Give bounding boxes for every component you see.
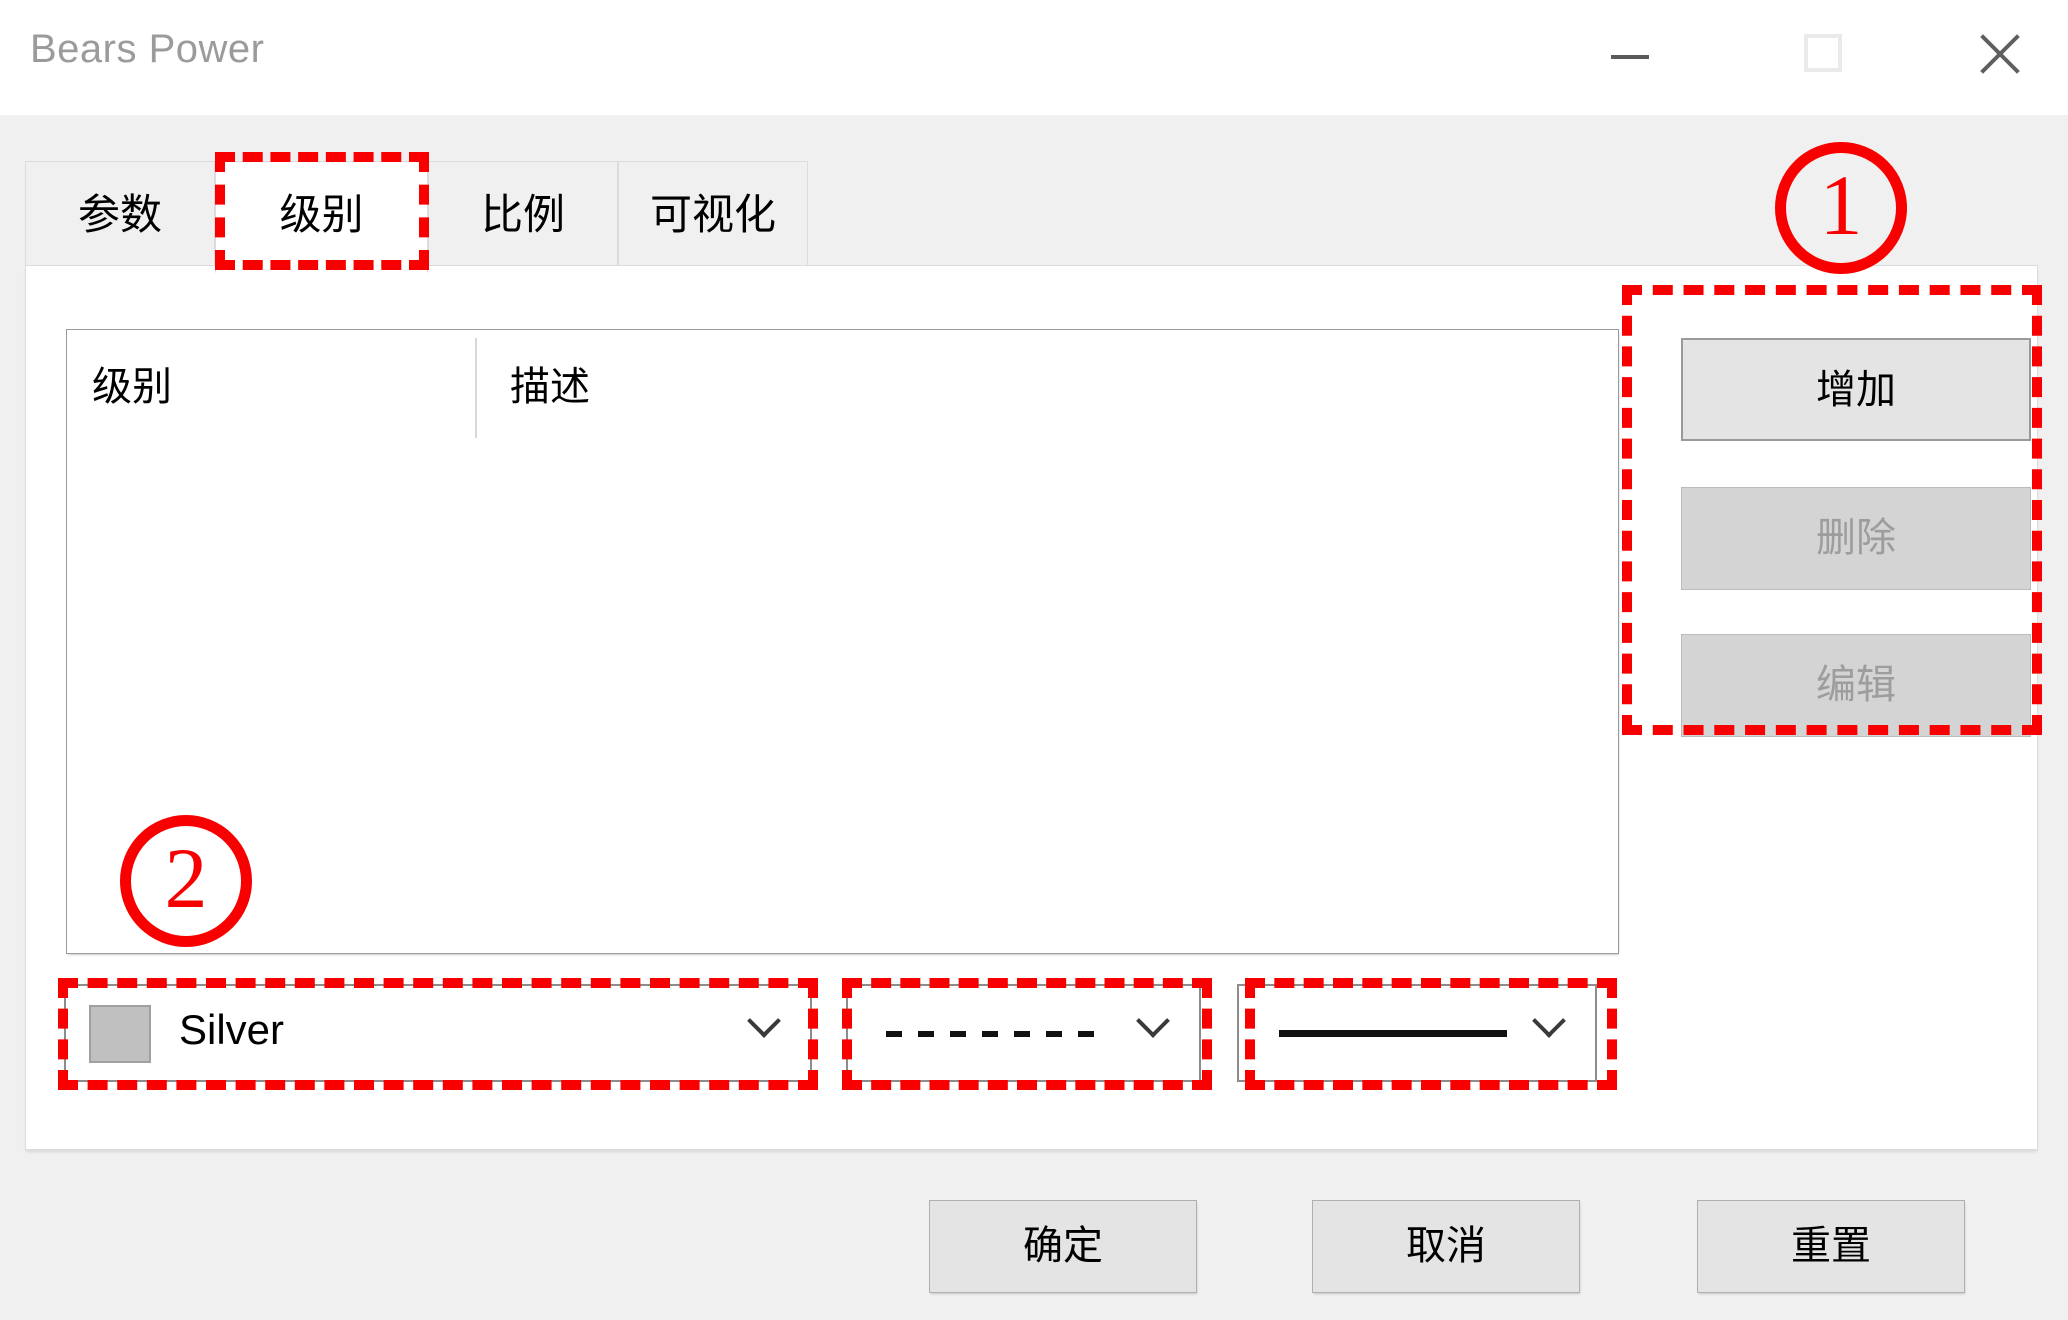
chevron-down-icon <box>1135 1018 1169 1052</box>
column-header-level: 级别 <box>92 365 172 409</box>
maximize-icon <box>1804 34 1842 72</box>
bears-power-dialog: Bears Power 参数 级别 比例 可视化 级别 描述 增加 删除 编辑 … <box>0 0 2068 1320</box>
minimize-button[interactable] <box>1588 0 1680 114</box>
column-divider[interactable] <box>475 338 477 438</box>
color-swatch <box>89 1005 151 1063</box>
tab-visualization[interactable]: 可视化 <box>618 161 808 266</box>
chevron-down-icon <box>1531 1018 1565 1052</box>
window-title: Bears Power <box>30 27 265 71</box>
delete-level-button: 删除 <box>1681 487 2031 590</box>
color-select[interactable]: Silver <box>64 984 812 1082</box>
close-icon <box>1974 28 2024 78</box>
maximize-button[interactable] <box>1780 0 1872 114</box>
reset-button[interactable]: 重置 <box>1697 1200 1965 1293</box>
edit-level-button: 编辑 <box>1681 634 2031 737</box>
column-header-description: 描述 <box>510 365 590 409</box>
close-button[interactable] <box>1960 0 2052 114</box>
title-bar: Bears Power <box>0 0 2068 116</box>
levels-tab-panel: 级别 描述 增加 删除 编辑 Silver <box>25 265 2038 1150</box>
tab-scale[interactable]: 比例 <box>428 161 618 266</box>
line-style-select[interactable] <box>846 984 1201 1082</box>
chevron-down-icon <box>746 1018 780 1052</box>
solid-line-preview <box>1279 1030 1507 1037</box>
dashed-line-preview <box>886 1031 1108 1037</box>
ok-button[interactable]: 确定 <box>929 1200 1197 1293</box>
add-level-button[interactable]: 增加 <box>1681 338 2031 441</box>
color-value: Silver <box>179 1006 285 1053</box>
cancel-button[interactable]: 取消 <box>1312 1200 1580 1293</box>
line-width-select[interactable] <box>1237 984 1597 1082</box>
tab-levels[interactable]: 级别 <box>215 161 428 273</box>
tab-parameters[interactable]: 参数 <box>25 161 215 266</box>
minimize-icon <box>1611 55 1649 59</box>
levels-listbox[interactable]: 级别 描述 <box>66 329 1619 954</box>
dialog-body: 参数 级别 比例 可视化 级别 描述 增加 删除 编辑 Silver 确定 取消… <box>0 115 2068 1320</box>
